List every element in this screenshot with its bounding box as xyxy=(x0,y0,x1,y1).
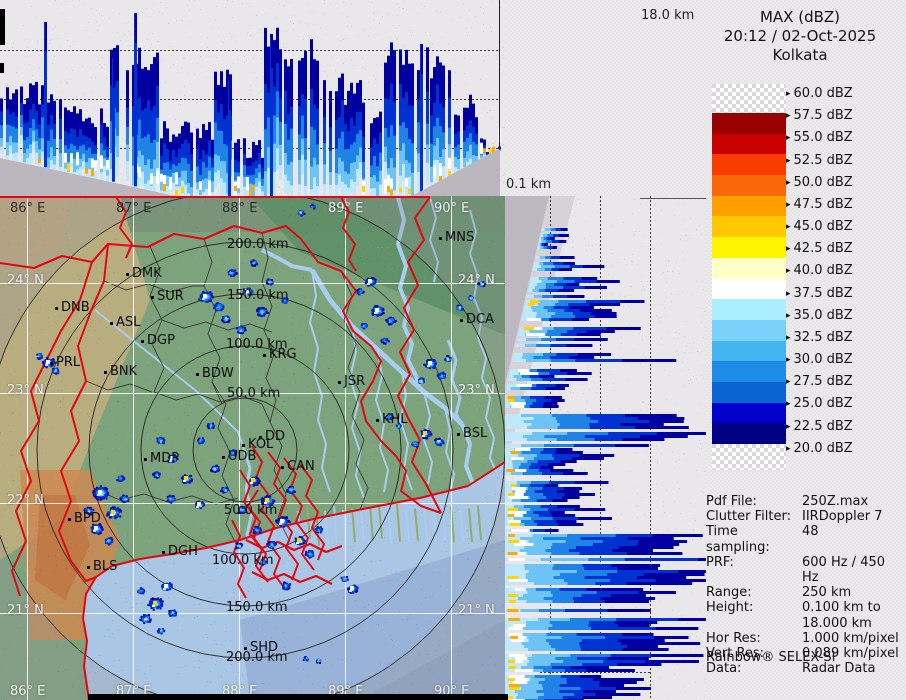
dbz-scale-label: ▸ 22.5 dBZ xyxy=(786,418,853,434)
scale-tick-arrow-icon: ▸ xyxy=(786,177,791,188)
dbz-scale-label: ▸ 32.5 dBZ xyxy=(786,329,853,345)
info-row: 18.000 km xyxy=(802,615,872,631)
info-row: Height: 0.100 km to xyxy=(706,600,881,616)
right-height-profile-panel xyxy=(505,196,706,700)
scale-tick-arrow-icon: ▸ xyxy=(786,266,791,277)
radar-map-panel xyxy=(0,196,505,700)
product-title: MAX (dBZ) xyxy=(759,8,841,26)
scale-tick-arrow-icon: ▸ xyxy=(786,89,791,99)
dbz-band xyxy=(712,133,786,155)
dbz-color-scale xyxy=(712,84,786,470)
info-row: Time sampling: 48 xyxy=(706,524,819,555)
dbz-band xyxy=(712,299,786,320)
top-height-profile-panel xyxy=(0,0,505,196)
dbz-band xyxy=(712,154,786,176)
dbz-scale-label: ▸ 30.0 dBZ xyxy=(786,352,853,368)
scale-tick-arrow-icon: ▸ xyxy=(786,421,791,432)
scale-tick-arrow-icon: ▸ xyxy=(786,377,791,388)
dbz-band xyxy=(712,423,786,444)
dbz-scale-label: ▸ 35.0 dBZ xyxy=(786,307,853,323)
dbz-band xyxy=(712,195,786,217)
dbz-scale-label: ▸ 37.5 dBZ xyxy=(786,285,853,301)
dbz-band xyxy=(712,175,786,196)
dbz-band xyxy=(712,278,786,300)
scale-tick-arrow-icon: ▸ xyxy=(786,355,791,366)
radar-display: 18.0 km 0.1 km MAX (dBZ) 20:12 / 02-Oct-… xyxy=(0,0,906,700)
below-min-checker xyxy=(712,444,786,470)
dbz-scale-label: ▸ 45.0 dBZ xyxy=(786,219,853,235)
product-timestamp: 20:12 / 02-Oct-2025 xyxy=(723,27,877,45)
dbz-band xyxy=(712,340,786,362)
dbz-band xyxy=(712,402,786,424)
dbz-band xyxy=(712,319,786,341)
dbz-band xyxy=(712,237,786,258)
info-row: Range: 250 km xyxy=(706,585,852,601)
dbz-scale-label: ▸ 20.0 dBZ xyxy=(786,440,853,456)
dbz-band xyxy=(712,361,786,382)
height-axis-origin-label: 0.1 km xyxy=(506,177,551,192)
info-row: Pdf File: 250Z.max xyxy=(706,494,869,509)
scale-tick-arrow-icon: ▸ xyxy=(786,155,791,166)
scale-tick-arrow-icon: ▸ xyxy=(786,244,791,255)
scale-tick-arrow-icon: ▸ xyxy=(786,332,791,343)
dbz-scale-label: ▸ 27.5 dBZ xyxy=(786,374,853,390)
software-brand: Rainbow® SELEX-SI xyxy=(706,650,836,665)
clipped-axis-mark xyxy=(0,63,4,73)
scale-tick-arrow-icon: ▸ xyxy=(786,222,791,233)
dbz-scale-label: ▸ 40.0 dBZ xyxy=(786,263,853,279)
scale-tick-arrow-icon: ▸ xyxy=(786,111,791,122)
dbz-scale-label: ▸ 47.5 dBZ xyxy=(786,196,853,212)
dbz-band xyxy=(712,113,786,134)
above-max-checker xyxy=(712,84,786,113)
scale-tick-arrow-icon: ▸ xyxy=(786,399,791,410)
dbz-scale-label: ▸ 52.5 dBZ xyxy=(786,152,853,168)
dbz-scale-label: ▸ 50.0 dBZ xyxy=(786,174,853,190)
dbz-band xyxy=(712,257,786,279)
info-row: Clutter Filter: IIRDoppler 7 xyxy=(706,509,883,525)
dbz-band xyxy=(712,381,786,403)
height-axis-max-label: 18.0 km xyxy=(641,8,695,23)
scale-tick-arrow-icon: ▸ xyxy=(786,133,791,144)
dbz-scale-label: ▸ 55.0 dBZ xyxy=(786,130,853,146)
dbz-scale-label: ▸ 42.5 dBZ xyxy=(786,241,853,257)
info-row: PRF: 600 Hz / 450 Hz xyxy=(706,554,886,586)
dbz-scale-label: ▸ 60.0 dBZ xyxy=(786,86,853,101)
info-row: Hor Res: 1.000 km/pixel xyxy=(706,630,899,646)
dbz-scale-label: ▸ 25.0 dBZ xyxy=(786,396,853,412)
scale-tick-arrow-icon: ▸ xyxy=(786,288,791,299)
bottom-edge-strip xyxy=(88,694,508,700)
scale-tick-arrow-icon: ▸ xyxy=(786,199,791,210)
radar-site-name: Kolkata xyxy=(772,46,828,64)
scale-tick-arrow-icon: ▸ xyxy=(786,310,791,321)
scale-tick-arrow-icon: ▸ xyxy=(786,443,791,454)
product-header: MAX (dBZ) 20:12 / 02-Oct-2025 Kolkata xyxy=(700,8,900,65)
clipped-axis-mark xyxy=(0,9,5,45)
dbz-band xyxy=(712,216,786,238)
dbz-scale-label: ▸ 57.5 dBZ xyxy=(786,108,853,124)
